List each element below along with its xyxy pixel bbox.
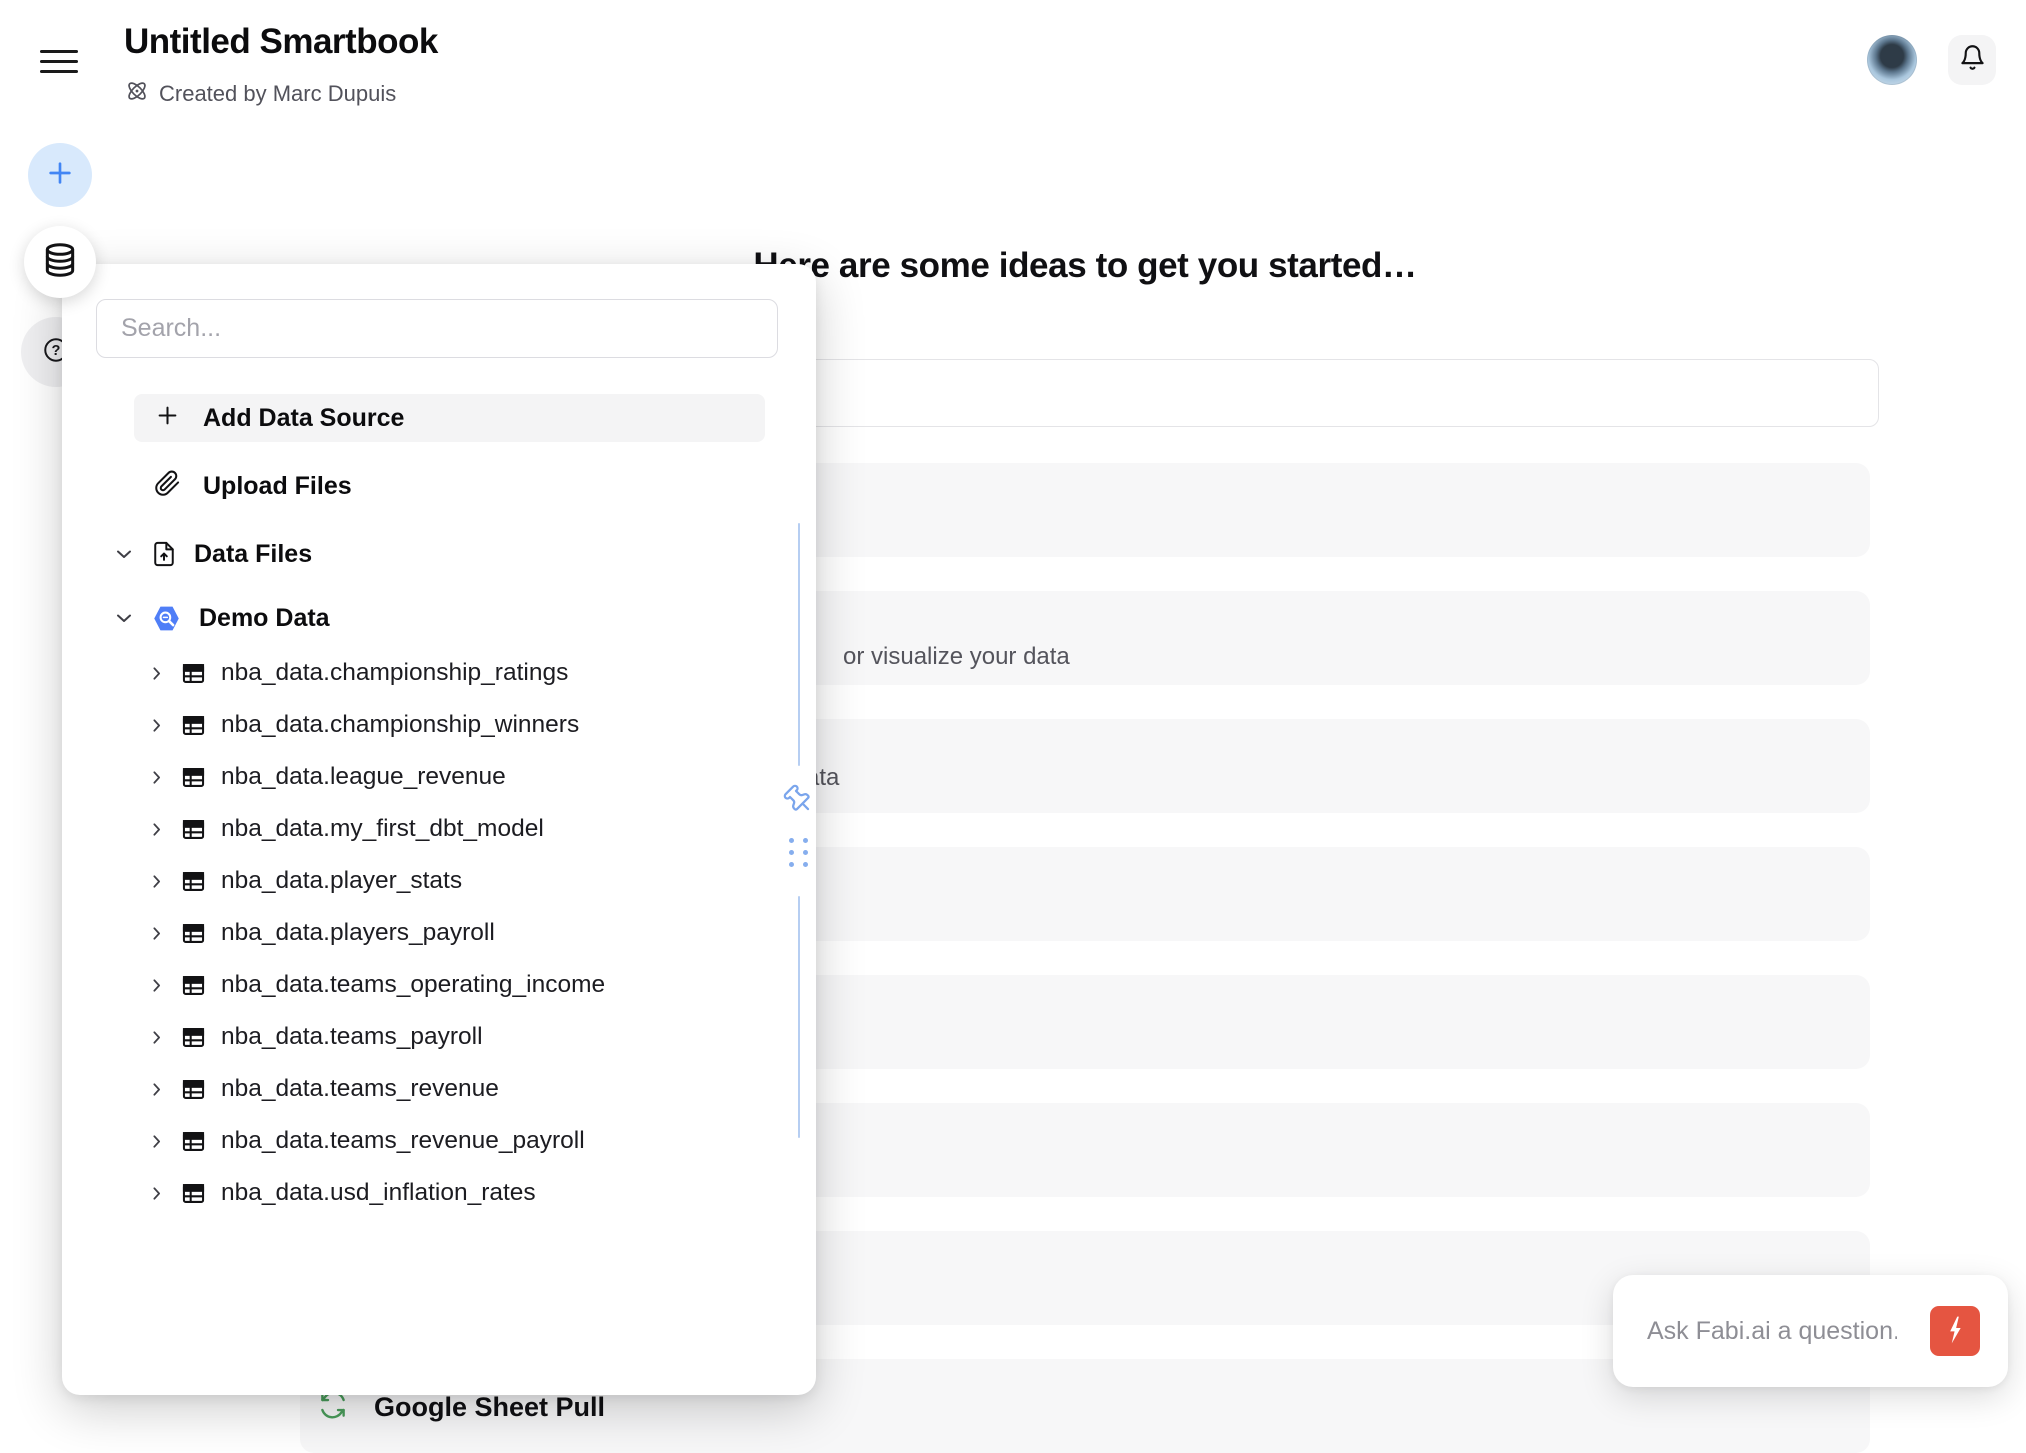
chevron-right-icon[interactable] — [146, 975, 168, 996]
search-input[interactable] — [96, 299, 778, 358]
svg-text:?: ? — [52, 343, 61, 359]
table-row[interactable]: nba_data.teams_revenue — [146, 1063, 766, 1115]
table-row[interactable]: nba_data.my_first_dbt_model — [146, 803, 766, 855]
ask-fabi-input[interactable] — [1647, 1317, 1897, 1346]
data-sources-button[interactable] — [24, 226, 96, 298]
section-label: Data Files — [194, 540, 312, 569]
table-name: nba_data.teams_operating_income — [221, 971, 605, 999]
table-icon — [180, 1128, 207, 1155]
lightning-icon — [1938, 1313, 1972, 1350]
drag-handle-icon[interactable] — [789, 838, 808, 867]
table-row[interactable]: nba_data.championship_ratings — [146, 647, 766, 699]
paperclip-icon — [154, 470, 181, 502]
table-icon — [180, 868, 207, 895]
plus-icon — [44, 157, 76, 194]
chevron-down-icon[interactable] — [112, 606, 136, 630]
add-cell-button[interactable] — [28, 143, 92, 207]
created-by: Created by Marc Dupuis — [124, 78, 396, 110]
table-name: nba_data.teams_revenue_payroll — [221, 1127, 585, 1155]
file-upload-icon — [150, 540, 178, 568]
table-row[interactable]: nba_data.teams_operating_income — [146, 959, 766, 1011]
panel-resize-guide[interactable] — [798, 523, 800, 766]
menu-hamburger-icon[interactable] — [40, 50, 78, 76]
chevron-right-icon[interactable] — [146, 663, 168, 684]
table-name: nba_data.players_payroll — [221, 919, 495, 947]
table-name: nba_data.usd_inflation_rates — [221, 1179, 536, 1207]
table-row[interactable]: nba_data.usd_inflation_rates — [146, 1167, 766, 1219]
table-list: nba_data.championship_ratings nba_data.c… — [146, 647, 766, 1219]
bigquery-hexagon-icon — [150, 602, 183, 635]
chevron-right-icon[interactable] — [146, 715, 168, 736]
table-name: nba_data.teams_payroll — [221, 1023, 483, 1051]
table-name: nba_data.my_first_dbt_model — [221, 815, 544, 843]
table-icon — [180, 1180, 207, 1207]
add-data-source-label: Add Data Source — [203, 404, 404, 433]
ask-fabi-submit-button[interactable] — [1930, 1306, 1980, 1356]
user-avatar[interactable] — [1867, 35, 1917, 85]
atom-icon — [124, 78, 150, 110]
data-source-panel: Add Data Source Upload Files Data Files — [62, 264, 816, 1395]
chevron-right-icon[interactable] — [146, 1079, 168, 1100]
notifications-button[interactable] — [1948, 35, 1996, 85]
database-icon — [41, 241, 79, 284]
table-icon — [180, 816, 207, 843]
chevron-right-icon[interactable] — [146, 1131, 168, 1152]
table-row[interactable]: nba_data.teams_payroll — [146, 1011, 766, 1063]
table-icon — [180, 764, 207, 791]
section-demo-data[interactable]: Demo Data — [112, 594, 765, 642]
plus-icon — [154, 402, 181, 434]
table-name: nba_data.teams_revenue — [221, 1075, 499, 1103]
table-icon — [180, 660, 207, 687]
chevron-down-icon[interactable] — [112, 542, 136, 566]
table-row[interactable]: nba_data.players_payroll — [146, 907, 766, 959]
bell-icon — [1959, 44, 1986, 76]
chevron-right-icon[interactable] — [146, 871, 168, 892]
table-row[interactable]: nba_data.league_revenue — [146, 751, 766, 803]
chevron-right-icon[interactable] — [146, 1027, 168, 1048]
created-by-label: Created by Marc Dupuis — [159, 81, 396, 107]
table-name: nba_data.championship_ratings — [221, 659, 568, 687]
panel-resize-guide[interactable] — [798, 896, 800, 1138]
table-icon — [180, 1024, 207, 1051]
table-row[interactable]: nba_data.player_stats — [146, 855, 766, 907]
table-row[interactable]: nba_data.championship_winners — [146, 699, 766, 751]
table-name: nba_data.championship_winners — [221, 711, 579, 739]
table-icon — [180, 1076, 207, 1103]
upload-files-button[interactable]: Upload Files — [134, 462, 765, 510]
upload-files-label: Upload Files — [203, 472, 352, 501]
section-label: Demo Data — [199, 604, 330, 633]
table-icon — [180, 920, 207, 947]
table-icon — [180, 712, 207, 739]
chevron-right-icon[interactable] — [146, 1183, 168, 1204]
chevron-right-icon[interactable] — [146, 819, 168, 840]
table-row[interactable]: nba_data.teams_revenue_payroll — [146, 1115, 766, 1167]
section-data-files[interactable]: Data Files — [112, 530, 765, 578]
pin-panel-button[interactable] — [782, 783, 816, 817]
table-icon — [180, 972, 207, 999]
add-data-source-button[interactable]: Add Data Source — [134, 394, 765, 442]
chevron-right-icon[interactable] — [146, 767, 168, 788]
ask-fabi-widget — [1613, 1275, 2008, 1387]
table-name: nba_data.player_stats — [221, 867, 462, 895]
table-name: nba_data.league_revenue — [221, 763, 506, 791]
chevron-right-icon[interactable] — [146, 923, 168, 944]
idea-card-text: or visualize your data — [843, 643, 1070, 671]
page-title: Untitled Smartbook — [124, 22, 438, 62]
